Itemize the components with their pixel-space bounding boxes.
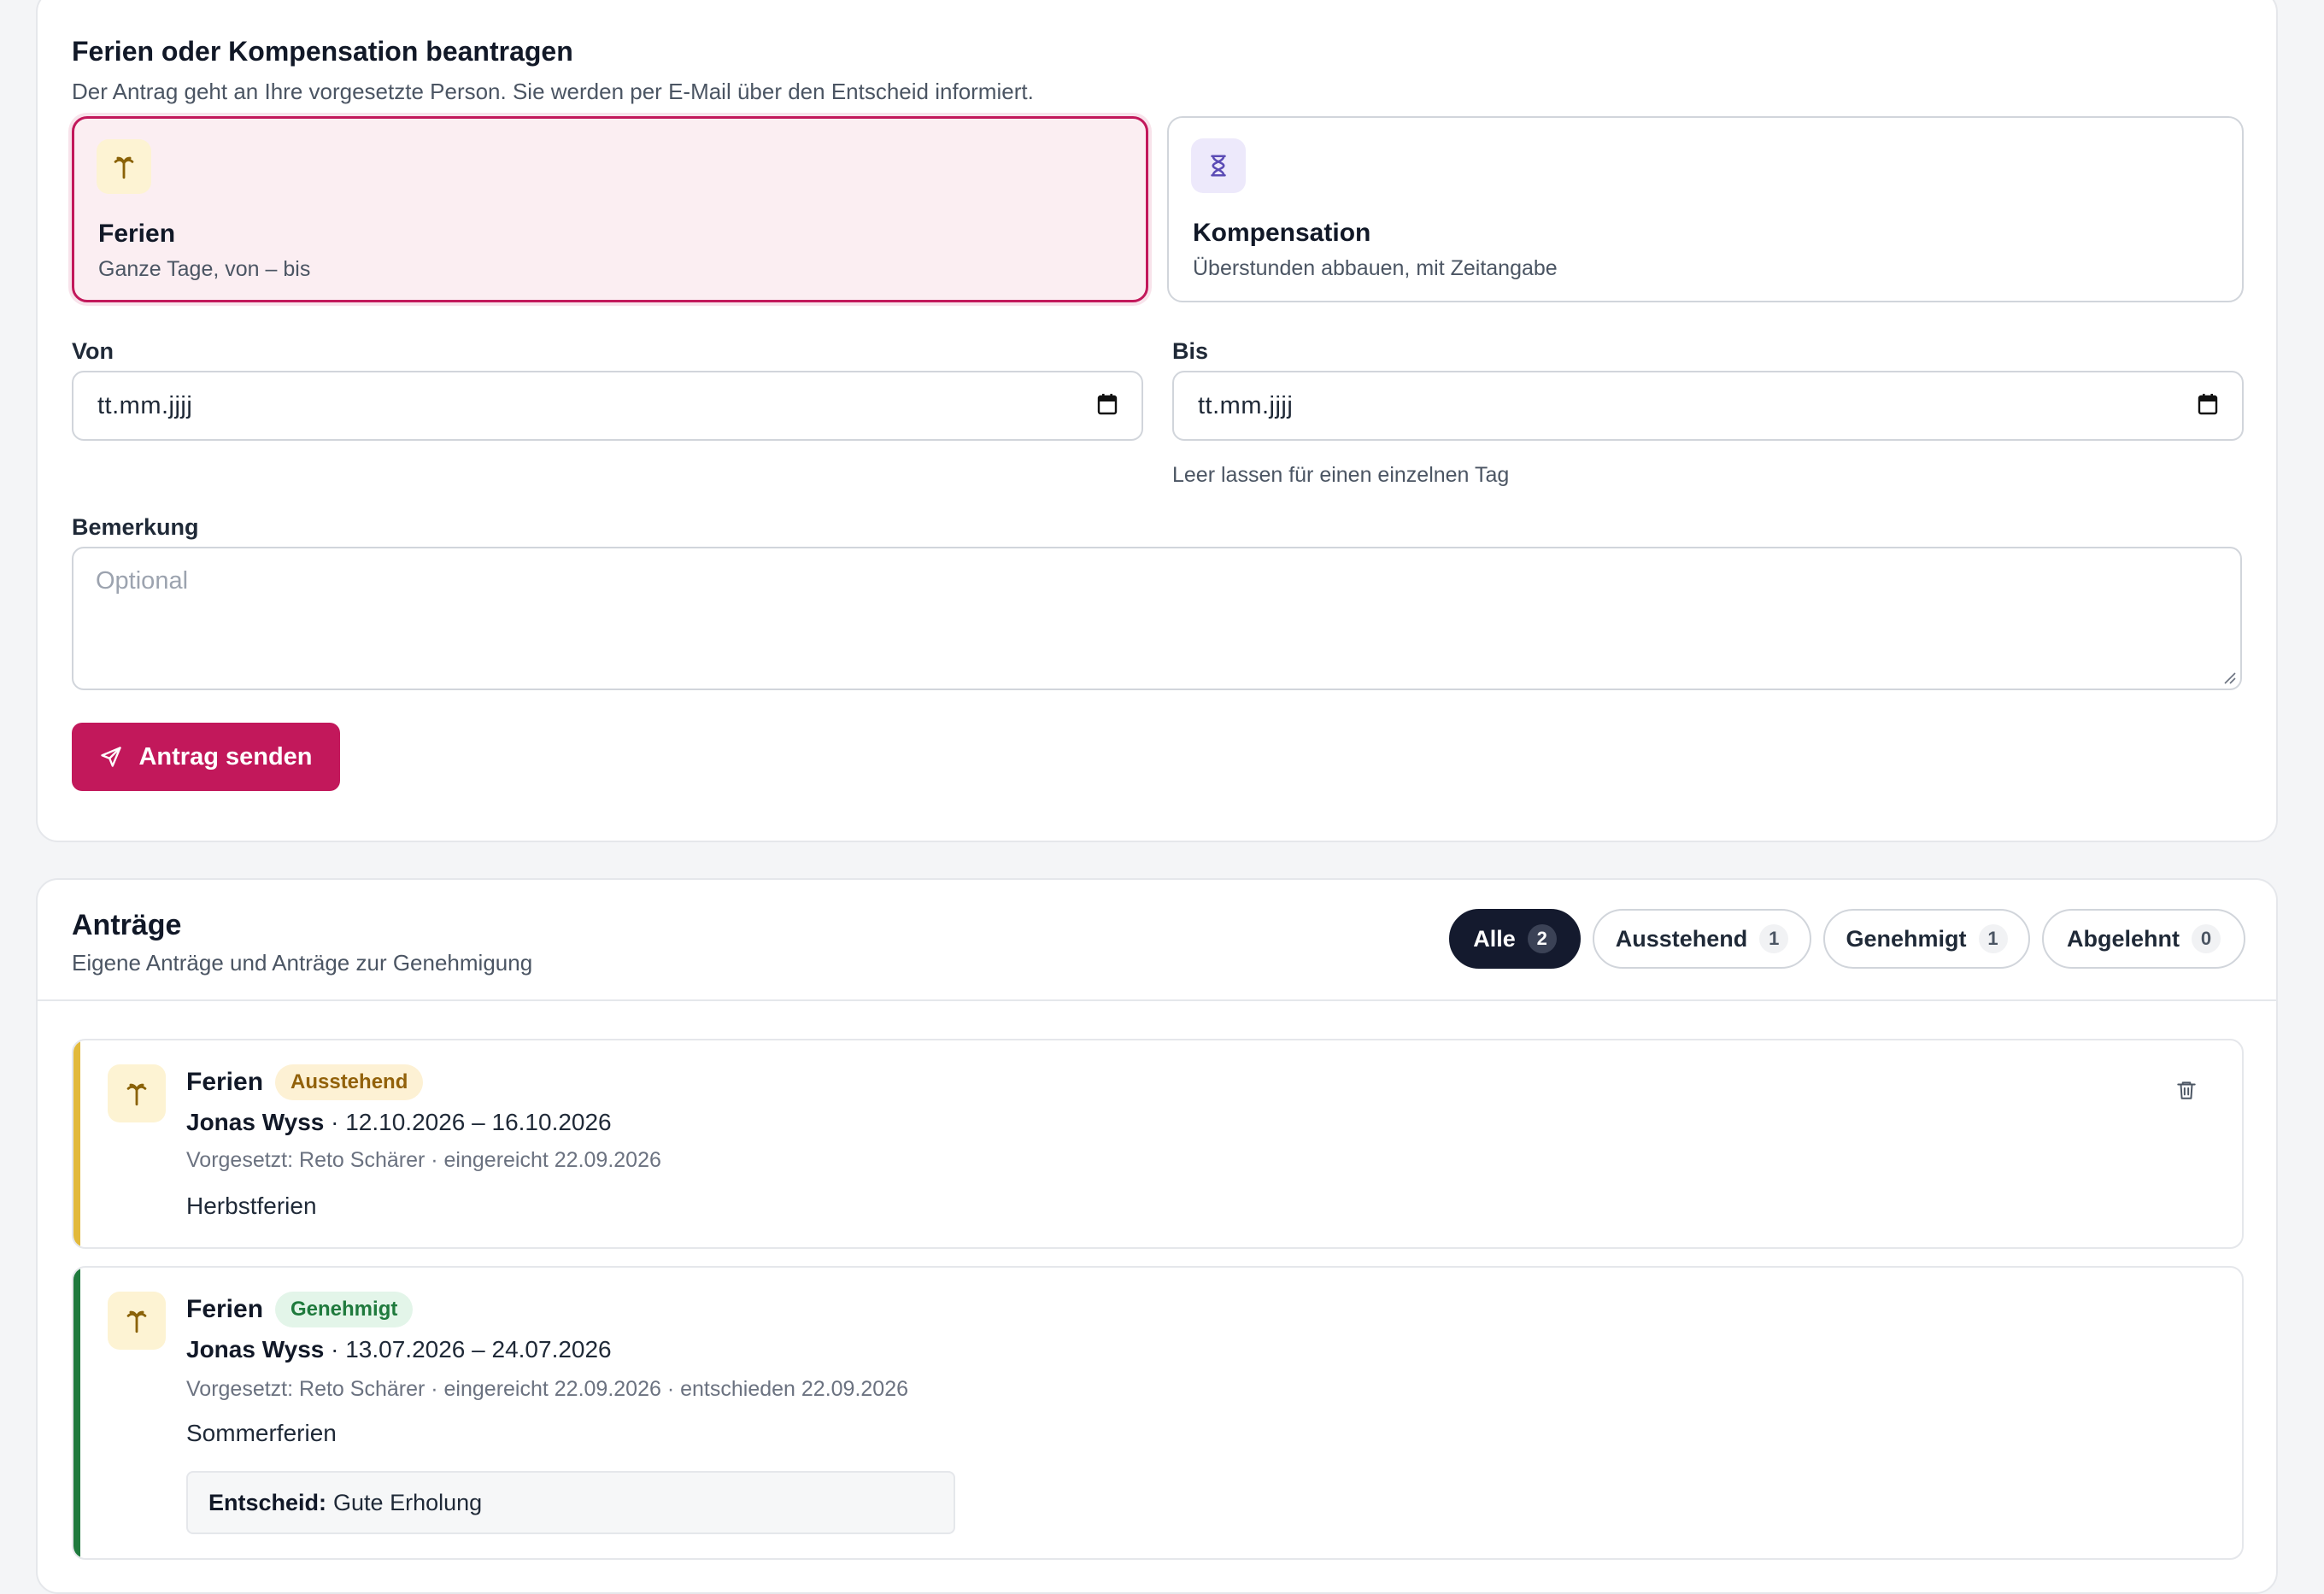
status-badge: Genehmigt [275, 1292, 414, 1327]
palm-tree-icon [108, 1292, 166, 1350]
type-option-description: Überstunden abbauen, mit Zeitangabe [1193, 256, 1558, 280]
request-item: Ferien Ausstehend Jonas Wyss · 12.10.202… [72, 1039, 2244, 1249]
request-note: Sommerferien [186, 1420, 337, 1446]
request-person: Jonas Wyss [186, 1336, 325, 1363]
to-date-value: tt.mm.jjjj [1198, 391, 1294, 419]
request-person-period: Jonas Wyss · 13.07.2026 – 24.07.2026 [186, 1336, 612, 1363]
filter-count: 2 [1527, 924, 1557, 953]
request-meta: Vorgesetzt: Reto Schärer · eingereicht 2… [186, 1377, 909, 1401]
to-date-hint: Leer lassen für einen einzelnen Tag [1172, 463, 1510, 487]
type-option-description: Ganze Tage, von – bis [98, 257, 311, 281]
send-icon [101, 747, 122, 767]
filter-approved[interactable]: Genehmigt 1 [1823, 909, 2030, 969]
decision-text: Gute Erholung [333, 1489, 483, 1515]
hourglass-icon [1191, 138, 1246, 193]
request-form-card: Ferien oder Kompensation beantragen Der … [36, 0, 2278, 842]
filter-label: Abgelehnt [2067, 925, 2180, 952]
request-type: Ferien [186, 1295, 264, 1323]
decision-label: Entscheid: [208, 1489, 327, 1515]
request-item: Ferien Genehmigt Jonas Wyss · 13.07.2026… [72, 1266, 2244, 1560]
form-title: Ferien oder Kompensation beantragen [72, 36, 573, 67]
filter-count: 1 [1759, 924, 1789, 953]
note-textarea[interactable]: Optional [72, 547, 2242, 690]
filter-count: 0 [2192, 924, 2221, 953]
requests-title: Anträge [72, 909, 182, 941]
note-placeholder: Optional [96, 567, 189, 595]
request-period: · 13.07.2026 – 24.07.2026 [324, 1336, 612, 1363]
trash-icon [2177, 1081, 2196, 1099]
form-subtitle: Der Antrag geht an Ihre vorgesetzte Pers… [72, 79, 1034, 104]
palm-tree-icon [97, 139, 151, 194]
type-option-ferien[interactable]: Ferien Ganze Tage, von – bis [72, 116, 1148, 302]
type-option-title: Kompensation [1193, 219, 1371, 247]
filter-all[interactable]: Alle 2 [1449, 909, 1581, 969]
calendar-icon[interactable] [2198, 393, 2218, 419]
note-label: Bemerkung [72, 514, 199, 540]
to-date-input[interactable]: tt.mm.jjjj [1172, 371, 2244, 441]
requests-card: Anträge Eigene Anträge und Anträge zur G… [36, 878, 2278, 1594]
request-person-period: Jonas Wyss · 12.10.2026 – 16.10.2026 [186, 1109, 612, 1136]
to-label: Bis [1172, 338, 1209, 364]
status-accent-bar [73, 1040, 80, 1247]
status-badge: Ausstehend [275, 1064, 424, 1100]
header-divider [38, 999, 2276, 1001]
calendar-icon[interactable] [1097, 393, 1118, 419]
filter-label: Genehmigt [1846, 925, 1967, 952]
delete-request-button[interactable] [2175, 1078, 2198, 1106]
decision-box: Entscheid: Gute Erholung [186, 1471, 955, 1534]
from-date-input[interactable]: tt.mm.jjjj [72, 371, 1143, 441]
type-option-kompensation[interactable]: Kompensation Überstunden abbauen, mit Ze… [1167, 116, 2244, 302]
palm-tree-icon [108, 1064, 166, 1122]
resize-handle-icon[interactable] [2221, 670, 2237, 685]
requests-subtitle: Eigene Anträge und Anträge zur Genehmigu… [72, 950, 533, 976]
request-person: Jonas Wyss [186, 1109, 325, 1135]
from-label: Von [72, 338, 114, 364]
status-accent-bar [73, 1268, 80, 1558]
request-type: Ferien [186, 1068, 264, 1096]
type-option-title: Ferien [98, 220, 176, 248]
filter-label: Alle [1473, 925, 1516, 952]
submit-label: Antrag senden [138, 742, 313, 771]
filter-rejected[interactable]: Abgelehnt 0 [2042, 909, 2245, 969]
request-note: Herbstferien [186, 1193, 317, 1219]
request-meta: Vorgesetzt: Reto Schärer · eingereicht 2… [186, 1148, 661, 1172]
filter-count: 1 [1978, 924, 2008, 953]
request-period: · 12.10.2026 – 16.10.2026 [324, 1109, 612, 1135]
filter-label: Ausstehend [1615, 925, 1748, 952]
from-date-value: tt.mm.jjjj [97, 391, 193, 419]
filter-pending[interactable]: Ausstehend 1 [1593, 909, 1811, 969]
submit-request-button[interactable]: Antrag senden [72, 723, 340, 791]
